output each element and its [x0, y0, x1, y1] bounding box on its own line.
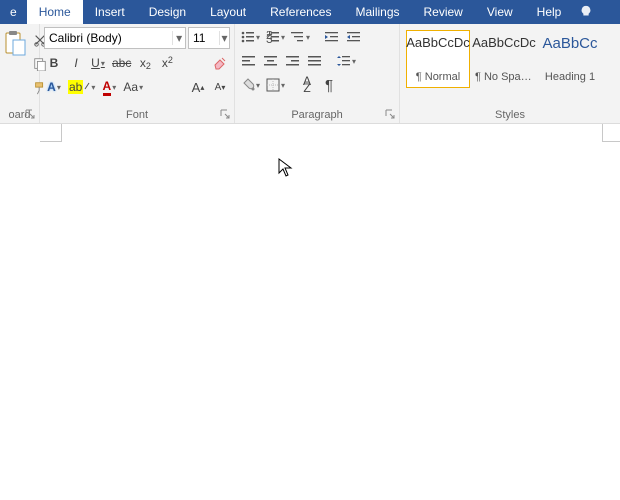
style-name: ¶ Normal	[409, 71, 467, 83]
page-corner-right	[602, 124, 620, 142]
tab-references[interactable]: References	[258, 0, 343, 24]
font-color-button[interactable]: A▾	[99, 77, 119, 97]
ribbon-tab-bar: e Home Insert Design Layout References M…	[0, 0, 620, 24]
underline-button[interactable]: U▾	[88, 53, 108, 73]
subscript-button[interactable]: x2	[135, 53, 155, 73]
style-heading-1[interactable]: AaBbCc Heading 1	[538, 30, 602, 88]
group-label-styles: Styles	[404, 107, 616, 123]
font-name-dropdown-icon[interactable]: ▾	[172, 31, 185, 45]
tab-design[interactable]: Design	[137, 0, 198, 24]
paste-button[interactable]	[4, 26, 26, 88]
group-styles: AaBbCcDc ¶ Normal AaBbCcDc ¶ No Spac... …	[400, 24, 620, 123]
style-gallery[interactable]: AaBbCcDc ¶ Normal AaBbCcDc ¶ No Spac... …	[404, 26, 616, 88]
document-area[interactable]	[0, 124, 620, 500]
clipboard-launcher-icon[interactable]	[23, 107, 37, 121]
style-preview: AaBbCcDc	[406, 35, 470, 50]
grow-font-button[interactable]: A▴	[188, 77, 208, 97]
align-center-button[interactable]	[261, 51, 281, 71]
multilevel-list-button[interactable]: ▾	[289, 27, 312, 47]
style-no-spacing[interactable]: AaBbCcDc ¶ No Spac...	[472, 30, 536, 88]
tab-mailings[interactable]: Mailings	[343, 0, 411, 24]
justify-button[interactable]	[305, 51, 325, 71]
style-name: Heading 1	[541, 71, 599, 83]
lightbulb-icon[interactable]	[579, 0, 593, 24]
font-size-combo[interactable]: ▾	[188, 27, 230, 49]
style-name: ¶ No Spac...	[475, 71, 533, 83]
tab-layout[interactable]: Layout	[198, 0, 258, 24]
bullets-button[interactable]: ▾	[239, 27, 262, 47]
font-name-input[interactable]	[45, 31, 172, 45]
group-paragraph: ▾ 123▾ ▾ ▾ ▾ ▾ AZ ¶	[235, 24, 400, 123]
group-label-paragraph: Paragraph	[239, 107, 395, 123]
font-name-combo[interactable]: ▾	[44, 27, 186, 49]
show-hide-button[interactable]: ¶	[319, 75, 339, 95]
line-spacing-button[interactable]: ▾	[335, 51, 358, 71]
tab-help[interactable]: Help	[525, 0, 574, 24]
superscript-button[interactable]: x2	[157, 53, 177, 73]
paragraph-launcher-icon[interactable]	[383, 107, 397, 121]
ribbon: oard ▾ ▾ B I U▾ abc x2	[0, 24, 620, 124]
font-size-input[interactable]	[189, 31, 219, 45]
group-font: ▾ ▾ B I U▾ abc x2 x2 A▾ ab▾ A▾	[40, 24, 235, 123]
tab-insert[interactable]: Insert	[83, 0, 137, 24]
page-corner-left	[40, 124, 62, 142]
decrease-indent-button[interactable]	[322, 27, 342, 47]
style-preview: AaBbCc	[542, 35, 597, 52]
highlight-button[interactable]: ab▾	[66, 77, 97, 97]
borders-button[interactable]: ▾	[264, 75, 287, 95]
tab-review[interactable]: Review	[412, 0, 475, 24]
bold-button[interactable]: B	[44, 53, 64, 73]
italic-button[interactable]: I	[66, 53, 86, 73]
group-clipboard: oard	[0, 24, 40, 123]
text-effects-button[interactable]: A▾	[44, 77, 64, 97]
font-launcher-icon[interactable]	[218, 107, 232, 121]
font-size-dropdown-icon[interactable]: ▾	[219, 31, 229, 45]
ruler	[0, 124, 620, 142]
group-label-font: Font	[44, 107, 230, 123]
numbering-button[interactable]: 123▾	[264, 27, 287, 47]
align-left-button[interactable]	[239, 51, 259, 71]
change-case-button[interactable]: Aa▾	[121, 77, 145, 97]
increase-indent-button[interactable]	[344, 27, 364, 47]
tab-home[interactable]: Home	[27, 0, 83, 24]
style-normal[interactable]: AaBbCcDc ¶ Normal	[406, 30, 470, 88]
tab-file[interactable]: e	[4, 0, 27, 24]
tabs: e Home Insert Design Layout References M…	[4, 0, 593, 24]
style-preview: AaBbCcDc	[472, 35, 536, 50]
sort-button[interactable]: AZ	[297, 75, 317, 95]
clear-formatting-icon[interactable]	[210, 53, 230, 73]
align-right-button[interactable]	[283, 51, 303, 71]
shading-button[interactable]: ▾	[239, 75, 262, 95]
strikethrough-button[interactable]: abc	[110, 53, 133, 73]
shrink-font-button[interactable]: A▾	[210, 77, 230, 97]
tab-view[interactable]: View	[475, 0, 525, 24]
